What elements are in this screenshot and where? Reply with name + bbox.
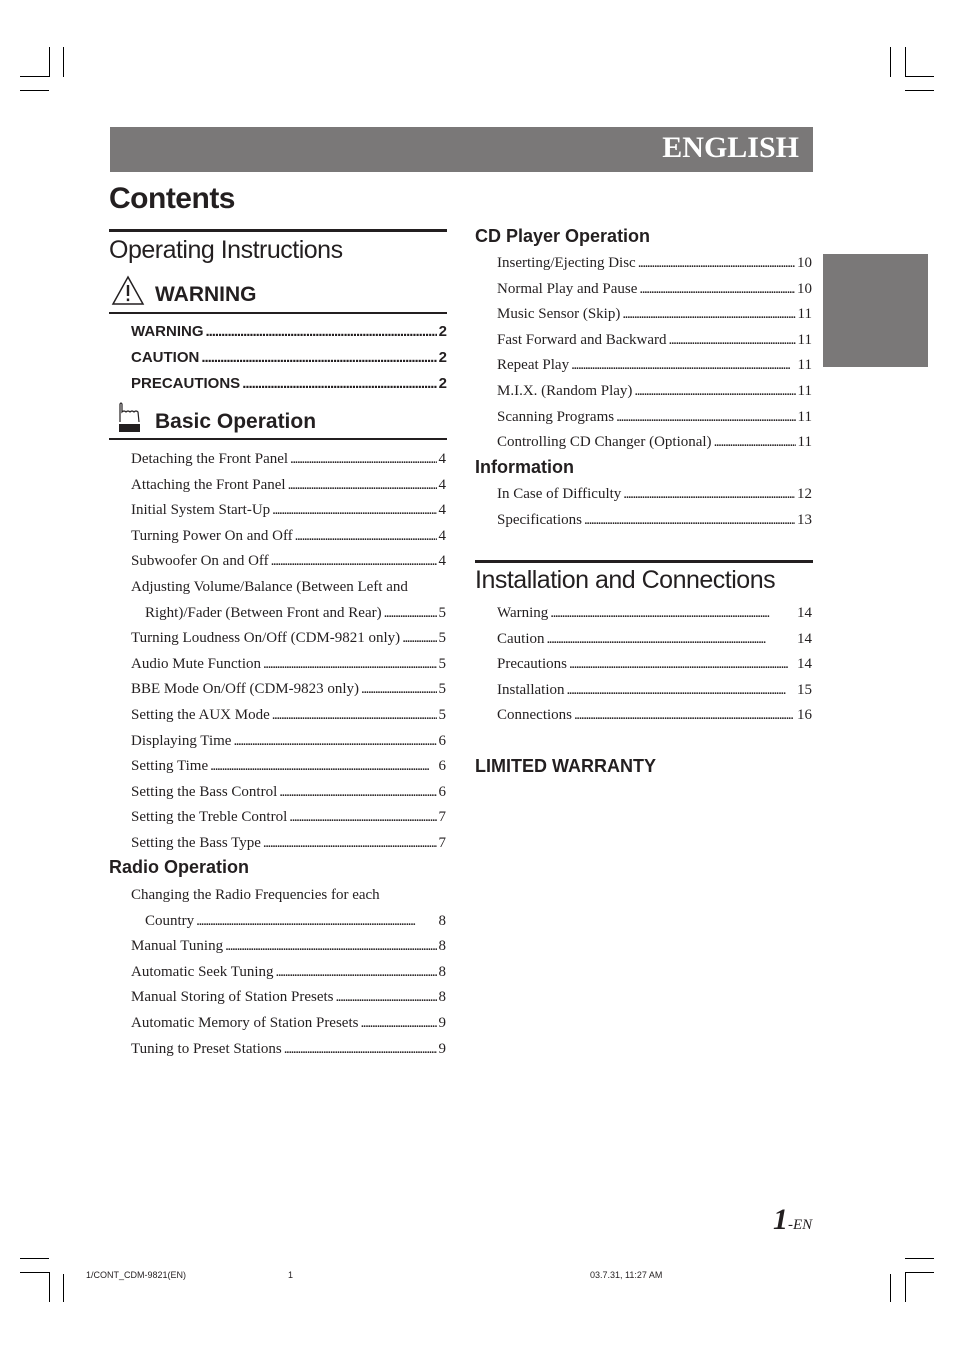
page-number: 1-EN — [773, 1203, 813, 1236]
language-label: ENGLISH — [662, 131, 799, 164]
toc-entry[interactable]: Turning Power On and Off4 — [131, 524, 446, 550]
crop-mark — [890, 47, 891, 77]
installation-toc-list: Warning14 Caution14 Precautions14 Instal… — [497, 601, 812, 729]
crop-mark — [905, 1272, 906, 1302]
toc-entry[interactable]: BBE Mode On/Off (CDM-9823 only)5 — [131, 677, 446, 703]
toc-entry[interactable]: Attaching the Front Panel4 — [131, 473, 446, 499]
crop-mark — [20, 1258, 49, 1259]
warning-triangle-icon — [111, 275, 145, 305]
toc-entry[interactable]: Controlling CD Changer (Optional)11 — [497, 430, 812, 456]
toc-entry[interactable]: Subwoofer On and Off4 — [131, 549, 446, 575]
crop-mark — [890, 1274, 891, 1302]
toc-entry[interactable]: Initial System Start-Up4 — [131, 498, 446, 524]
toc-entry[interactable]: Setting the AUX Mode5 — [131, 703, 446, 729]
information-toc-list: In Case of Difficulty12 Specifications13 — [497, 482, 812, 533]
toc-entry[interactable]: Setting Time6 — [131, 754, 446, 780]
toc-entry[interactable]: Manual Storing of Station Presets8 — [131, 985, 446, 1011]
footer-sheet: 1 — [288, 1270, 294, 1280]
toc-entry[interactable]: Automatic Seek Tuning8 — [131, 960, 446, 986]
hand-pointer-icon — [119, 402, 140, 432]
toc-entry[interactable]: M.I.X. (Random Play)11 — [497, 379, 812, 405]
section-tab — [823, 254, 928, 367]
crop-mark — [49, 1272, 50, 1302]
toc-entry[interactable]: Displaying Time6 — [131, 729, 446, 755]
toc-entry[interactable]: Changing the Radio Frequencies for each — [131, 883, 446, 909]
section-title-operating-instructions: Operating Instructions — [109, 236, 343, 264]
toc-entry[interactable]: Caution14 — [497, 627, 812, 653]
section-title-warning: WARNING — [155, 283, 257, 306]
toc-entry[interactable]: In Case of Difficulty12 — [497, 482, 812, 508]
toc-entry[interactable]: Fast Forward and Backward11 — [497, 328, 812, 354]
toc-entry[interactable]: Scanning Programs11 — [497, 405, 812, 431]
toc-entry[interactable]: Specifications13 — [497, 508, 812, 534]
cd-player-toc-list: Inserting/Ejecting Disc10 Normal Play an… — [497, 251, 812, 456]
page-title: Contents — [109, 182, 236, 215]
toc-entry[interactable]: Right)/Fader (Between Front and Rear)5 — [131, 601, 446, 627]
toc-entry[interactable]: Manual Tuning8 — [131, 934, 446, 960]
footer-timestamp: 03.7.31, 11:27 AM — [590, 1270, 663, 1280]
group-title-radio-operation: Radio Operation — [109, 857, 250, 877]
section-rule — [109, 312, 447, 314]
toc-entry[interactable]: Repeat Play11 — [497, 353, 812, 379]
toc-entry[interactable]: Inserting/Ejecting Disc10 — [497, 251, 812, 277]
crop-mark — [49, 47, 50, 77]
toc-entry[interactable]: Normal Play and Pause10 — [497, 277, 812, 303]
crop-mark — [20, 90, 49, 91]
toc-entry[interactable]: PRECAUTIONS2 — [131, 371, 447, 397]
toc-entry[interactable]: Setting the Treble Control7 — [131, 805, 446, 831]
crop-mark — [905, 47, 906, 77]
toc-entry[interactable]: Country8 — [131, 909, 446, 935]
toc-entry[interactable]: Warning14 — [497, 601, 812, 627]
crop-mark — [905, 1272, 934, 1273]
section-rule — [475, 560, 813, 563]
crop-mark — [905, 90, 934, 91]
crop-mark — [905, 1258, 934, 1259]
toc-entry[interactable]: Turning Loudness On/Off (CDM-9821 only)5 — [131, 626, 446, 652]
crop-mark — [905, 76, 934, 77]
section-rule — [109, 438, 447, 440]
section-title-basic-operation: Basic Operation — [155, 410, 317, 433]
toc-entry[interactable]: Connections16 — [497, 703, 812, 729]
section-rule — [109, 229, 447, 232]
limited-warranty-title[interactable]: LIMITED WARRANTY — [475, 756, 656, 777]
radio-operation-toc-list: Changing the Radio Frequencies for each … — [131, 883, 446, 1062]
crop-mark — [20, 1272, 49, 1273]
toc-entry[interactable]: CAUTION2 — [131, 345, 447, 371]
toc-entry[interactable]: WARNING2 — [131, 319, 447, 345]
toc-entry[interactable]: Precautions14 — [497, 652, 812, 678]
group-title-information: Information — [475, 457, 574, 477]
toc-entry[interactable]: Detaching the Front Panel4 — [131, 447, 446, 473]
warning-toc-list: WARNING2 CAUTION2 PRECAUTIONS2 — [131, 319, 447, 397]
toc-entry[interactable]: Setting the Bass Control6 — [131, 780, 446, 806]
basic-operation-toc-list: Detaching the Front Panel4 Attaching the… — [131, 447, 446, 857]
crop-mark — [63, 1274, 64, 1302]
crop-mark — [20, 76, 49, 77]
toc-entry[interactable]: Audio Mute Function5 — [131, 652, 446, 678]
toc-entry[interactable]: Installation15 — [497, 678, 812, 704]
toc-entry[interactable]: Setting the Bass Type7 — [131, 831, 446, 857]
toc-entry[interactable]: Tuning to Preset Stations9 — [131, 1037, 446, 1063]
section-title-installation: Installation and Connections — [475, 566, 776, 594]
crop-mark — [63, 47, 64, 77]
toc-entry[interactable]: Music Sensor (Skip)11 — [497, 302, 812, 328]
toc-entry[interactable]: Adjusting Volume/Balance (Between Left a… — [131, 575, 446, 601]
toc-entry[interactable]: Automatic Memory of Station Presets9 — [131, 1011, 446, 1037]
group-title-cd-player-operation: CD Player Operation — [475, 226, 651, 246]
language-banner: ENGLISH — [110, 127, 813, 172]
footer-file: 1/CONT_CDM-9821(EN) — [86, 1270, 187, 1280]
